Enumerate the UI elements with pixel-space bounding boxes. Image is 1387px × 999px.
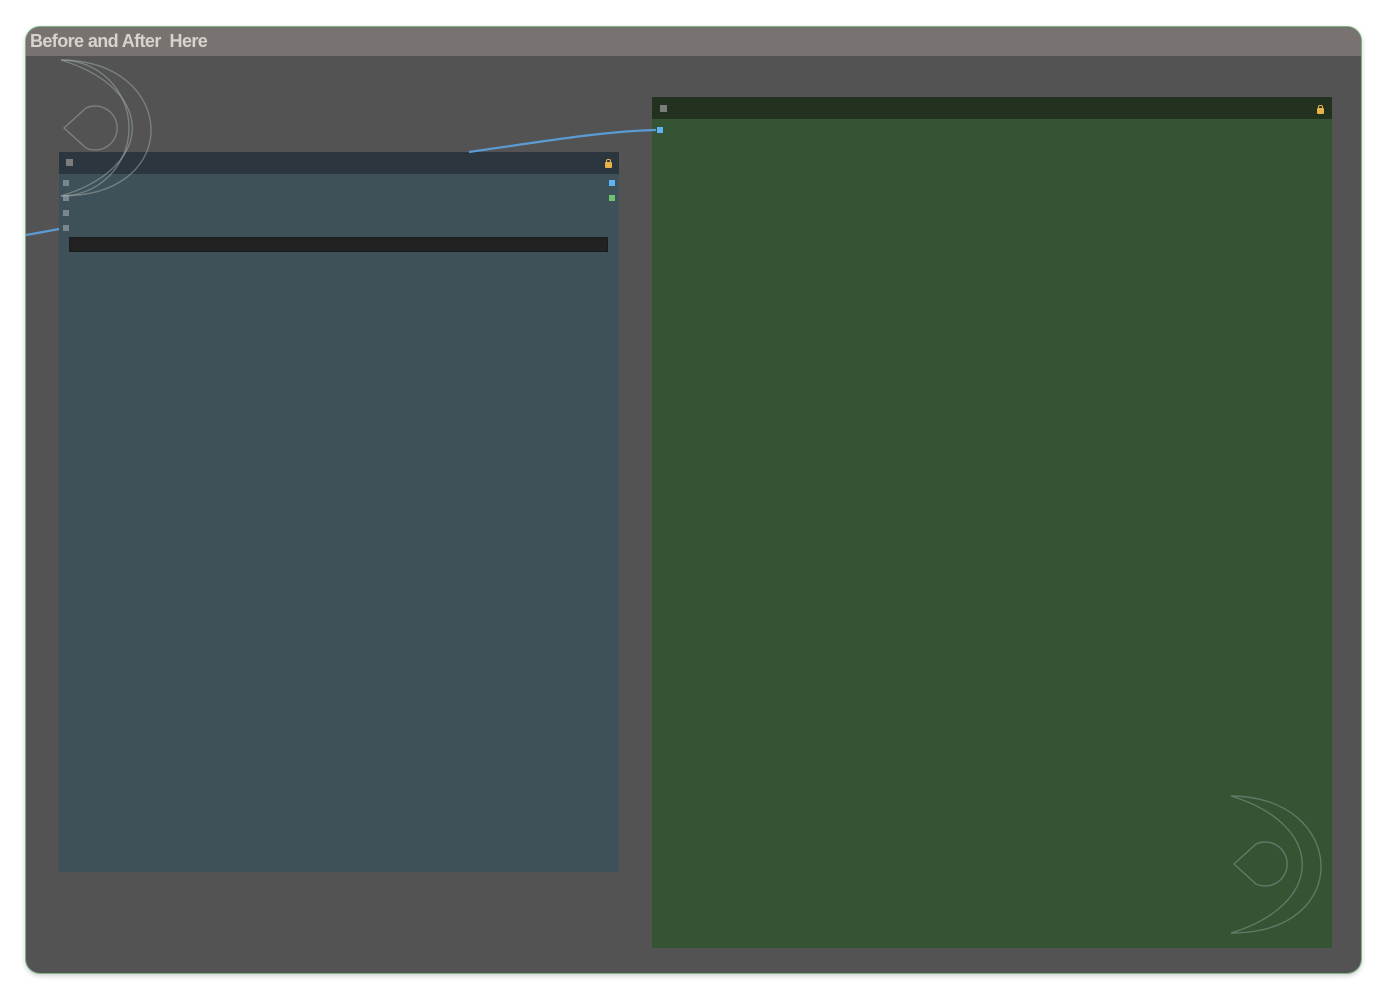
collapse-icon[interactable] <box>660 105 667 112</box>
collapse-icon[interactable] <box>66 159 73 166</box>
lock-icon[interactable] <box>1317 105 1324 114</box>
text-widget[interactable] <box>69 237 608 252</box>
lock-icon[interactable] <box>605 159 612 168</box>
input-slot[interactable] <box>63 195 69 201</box>
group-title: Before and After Here <box>30 31 208 51</box>
node-group[interactable]: Before and After Here <box>26 27 1361 973</box>
left-node[interactable] <box>59 152 619 872</box>
link-wire[interactable] <box>26 227 60 237</box>
left-node-body <box>59 174 619 872</box>
group-title-bar[interactable]: Before and After Here <box>26 27 1361 56</box>
right-node-header[interactable] <box>652 97 1332 119</box>
input-slot[interactable] <box>63 210 69 216</box>
input-slot-image[interactable] <box>657 127 663 133</box>
input-slot[interactable] <box>63 180 69 186</box>
output-slot-image[interactable] <box>609 180 615 186</box>
left-node-header[interactable] <box>59 152 619 174</box>
right-node[interactable] <box>652 97 1332 948</box>
output-slot-mask[interactable] <box>609 195 615 201</box>
link-wire[interactable] <box>468 128 657 154</box>
input-slot[interactable] <box>63 225 69 231</box>
right-node-body <box>652 119 1332 948</box>
